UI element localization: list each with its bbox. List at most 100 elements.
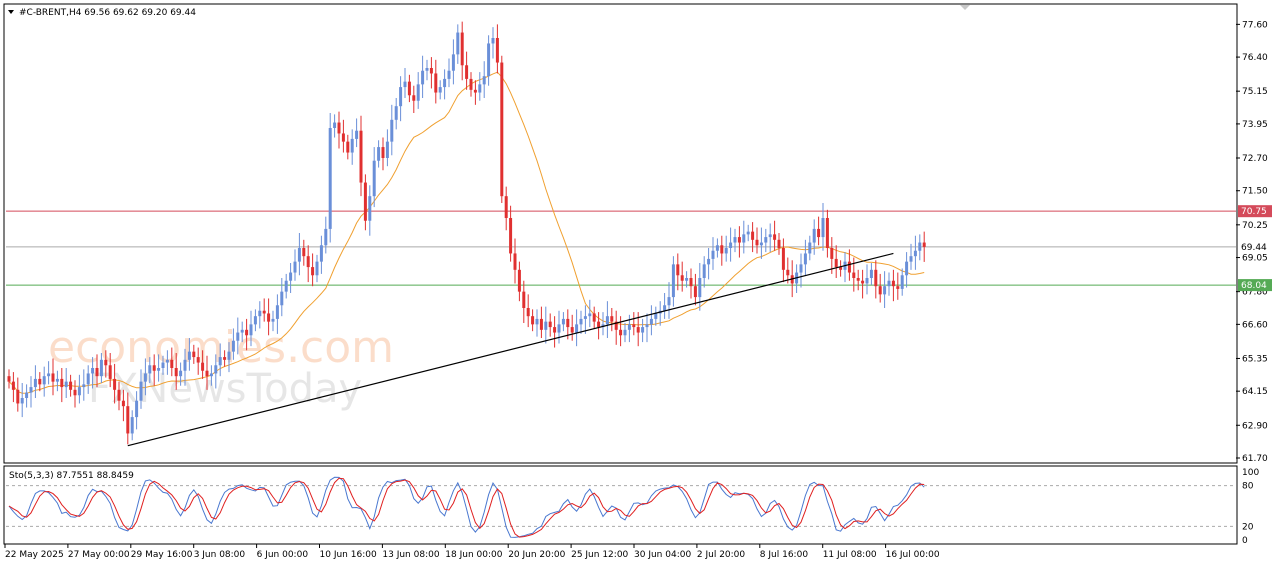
candle-body (297, 248, 301, 262)
candle-body (179, 370, 183, 377)
candle-body (905, 261, 909, 276)
y-tick-label: 71.50 (1242, 187, 1268, 197)
candle-body (434, 73, 438, 93)
candle-body (311, 267, 315, 276)
candle-body (425, 68, 429, 71)
candle-body (372, 160, 376, 197)
candle-body (896, 286, 900, 289)
scroll-marker-icon[interactable] (960, 5, 970, 10)
candle-body (416, 84, 420, 101)
candle-body (482, 76, 486, 85)
candle-body (676, 264, 680, 276)
chart-root[interactable]: economies.com FXNewsToday 77.60 76.40 75.1… (0, 0, 1280, 567)
candle-body (267, 313, 271, 322)
candle-body (302, 248, 306, 257)
candle-body (280, 291, 284, 306)
candle-body (355, 130, 359, 139)
candle-body (47, 373, 51, 377)
candle-body (443, 78, 447, 88)
y-tick-label: 69.05 (1242, 254, 1268, 264)
candle-body (438, 87, 442, 93)
candle-body (262, 310, 266, 314)
candle-body (38, 378, 42, 385)
candle-body (755, 239, 759, 246)
candle-body (649, 318, 653, 325)
y-tick-label: 70.25 (1242, 221, 1268, 231)
candle-body (117, 389, 121, 401)
candle-body (715, 245, 719, 251)
candle-body (768, 234, 772, 238)
candle-body (751, 231, 755, 240)
candle-body (104, 359, 108, 366)
x-tick-label: 29 May 16:00 (131, 550, 193, 560)
candle-body (187, 351, 191, 360)
candle-body (157, 368, 161, 371)
candle-body (64, 381, 68, 388)
candle-body (60, 378, 64, 388)
candle-body (689, 278, 693, 287)
candle-body (108, 365, 112, 379)
candle-body (913, 250, 917, 257)
candle-body (909, 256, 913, 262)
candle-body (113, 378, 117, 390)
candle-body (654, 313, 658, 319)
candle-body (834, 258, 838, 268)
stoch-axis: 100 80 20 0 (1242, 468, 1259, 546)
candle-body (539, 318, 543, 330)
candle-body (359, 130, 363, 183)
candle-body (663, 305, 667, 311)
candle-body (253, 316, 257, 325)
candle-body (742, 234, 746, 243)
candle-body (42, 376, 46, 385)
candle-body (803, 253, 807, 265)
y-tick-label: 62.90 (1242, 421, 1268, 431)
candle-body (319, 245, 323, 262)
candle-body (531, 316, 535, 325)
dropdown-triangle-icon[interactable] (8, 10, 14, 14)
candle-body (289, 272, 293, 281)
candle-body (16, 389, 20, 404)
candle-body (394, 106, 398, 120)
candle-body (161, 362, 165, 368)
candle-body (174, 368, 178, 377)
candle-body (407, 81, 411, 96)
candle-body (641, 327, 645, 333)
x-tick-label: 25 Jun 12:00 (571, 550, 628, 560)
candle-body (764, 237, 768, 243)
candle-body (284, 280, 288, 292)
candle-body (460, 32, 464, 66)
candle-body (495, 38, 499, 63)
candle-body (341, 133, 345, 142)
candle-body (561, 318, 565, 325)
candle-body (324, 228, 328, 246)
candle-body (223, 357, 227, 360)
candle-body (861, 280, 865, 284)
level-lines (6, 210, 1236, 286)
candle-body (588, 313, 592, 317)
candle-body (33, 378, 37, 388)
candle-body (711, 250, 715, 259)
candle-body (500, 62, 504, 197)
candle-body (698, 278, 702, 298)
y-tick-label: 75.15 (1242, 87, 1268, 97)
chart-canvas[interactable]: economies.com FXNewsToday 77.6076.4075.1… (0, 0, 1280, 567)
candle-body (478, 84, 482, 93)
candle-body (51, 373, 55, 382)
y-tick-label: 77.60 (1242, 20, 1268, 30)
candle-body (645, 324, 649, 328)
candle-body (883, 286, 887, 295)
time-axis: 22 May 2025 27 May 00:00 29 May 16:00 3 Jun… (4, 544, 940, 560)
candle-body (847, 261, 851, 273)
price-tags: 70.75 69.44 68.04 (1238, 205, 1272, 292)
x-tick-label: 22 May 2025 (5, 550, 64, 560)
candle-body (139, 381, 143, 401)
candle-body (707, 258, 711, 265)
x-tick-label: 30 Jun 04:00 (634, 550, 691, 560)
candle-body (597, 321, 601, 328)
resistance-tag-label: 70.75 (1241, 207, 1267, 217)
candle-body (799, 264, 803, 273)
candle-body (11, 381, 15, 390)
x-tick-label: 27 May 00:00 (68, 550, 130, 560)
candle-body (557, 324, 561, 333)
candle-body (891, 280, 895, 287)
